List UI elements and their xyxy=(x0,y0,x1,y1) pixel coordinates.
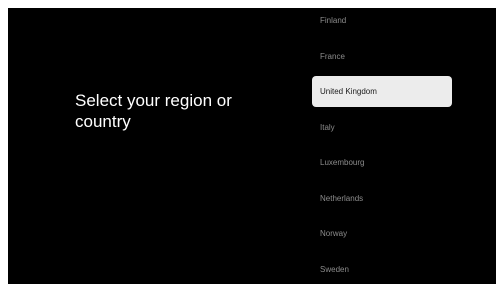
region-item-norway[interactable]: Norway xyxy=(312,218,452,249)
region-item-united-kingdom[interactable]: United Kingdom xyxy=(312,76,452,107)
region-item-italy[interactable]: Italy xyxy=(312,112,452,143)
page-title: Select your region or country xyxy=(75,91,232,131)
region-item-sweden[interactable]: Sweden xyxy=(312,254,452,284)
region-item-finland[interactable]: Finland xyxy=(312,8,452,36)
region-item-luxembourg[interactable]: Luxembourg xyxy=(312,147,452,178)
region-item-netherlands[interactable]: Netherlands xyxy=(312,183,452,214)
region-item-france[interactable]: France xyxy=(312,41,452,72)
tv-screen: Select your region or country Finland Fr… xyxy=(8,8,496,284)
